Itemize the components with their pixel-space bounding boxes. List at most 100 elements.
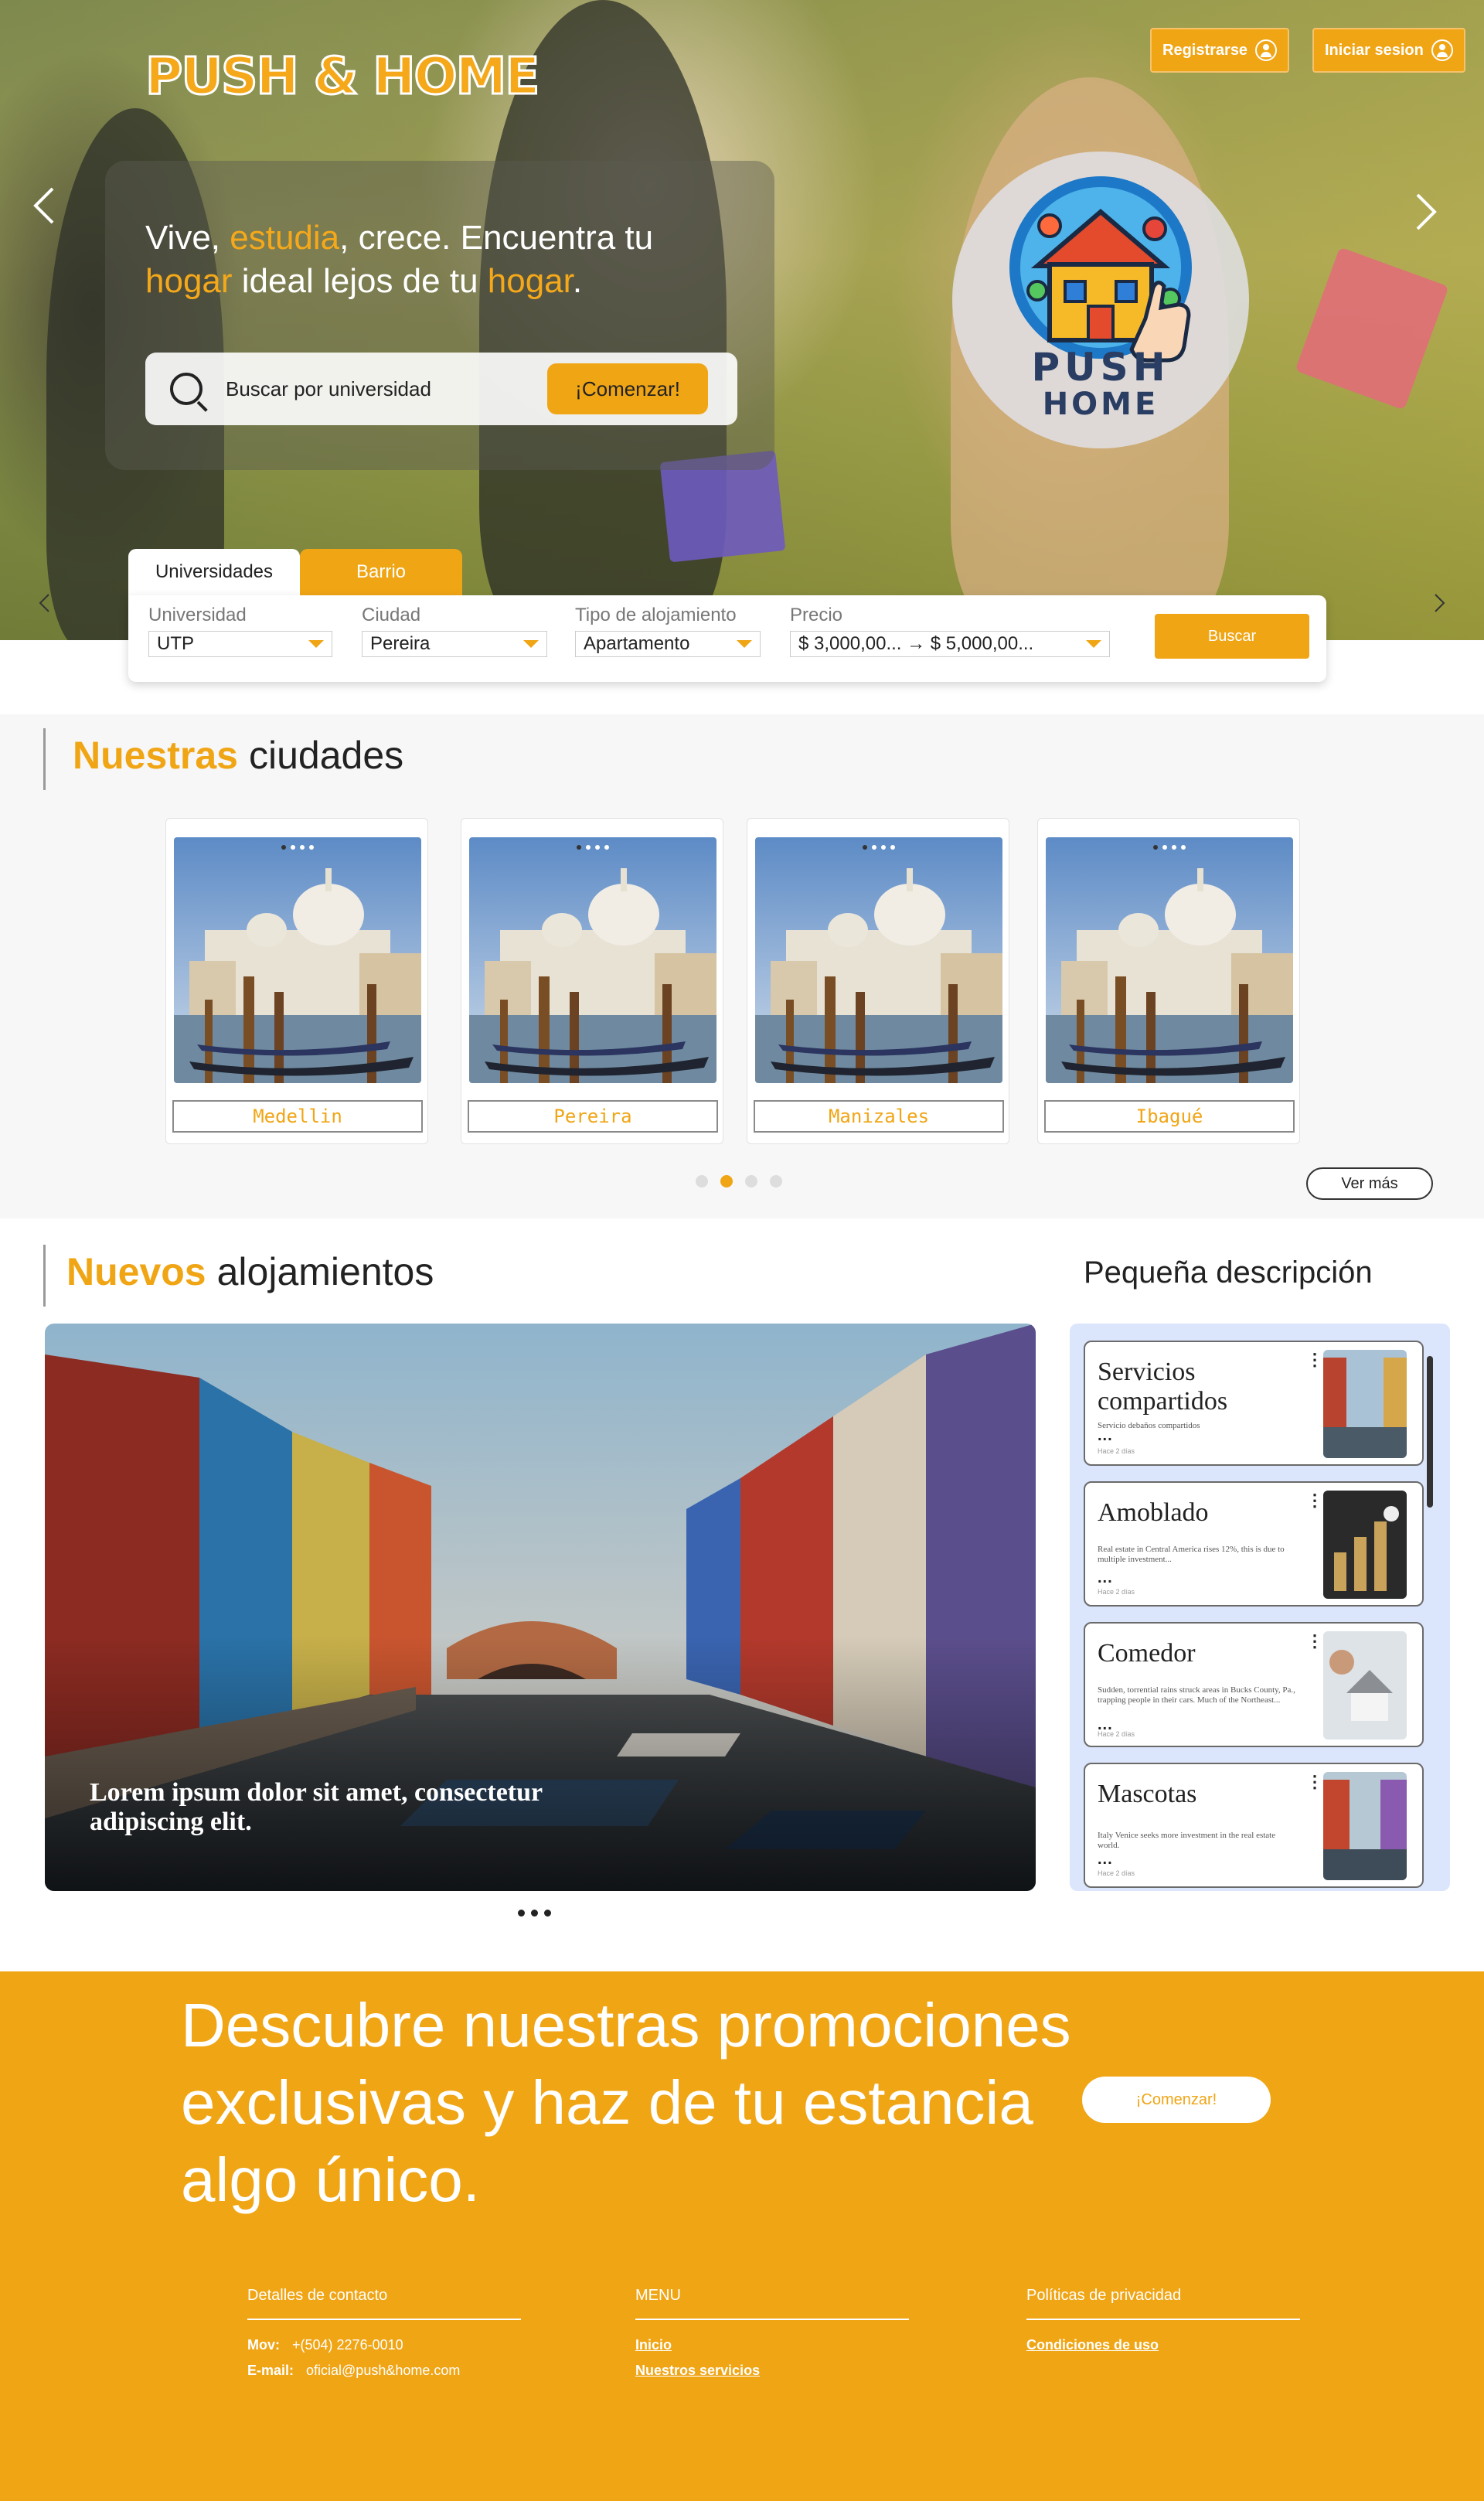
search-button[interactable]: Buscar [1155, 614, 1309, 659]
footer-link-terms[interactable]: Condiciones de uso [1026, 2337, 1300, 2353]
feature-card-time: Hace 2 días [1098, 1869, 1135, 1877]
university-search-bar: ¡Comenzar! [145, 353, 737, 425]
login-button[interactable]: Iniciar sesion [1312, 28, 1465, 73]
cities-pagination [696, 1175, 782, 1187]
feature-card[interactable]: Mascotas Italy Venice seeks more investm… [1084, 1763, 1424, 1888]
user-icon [1255, 39, 1278, 61]
cities-section: Nuestras ciudades Medellin Pereira Maniza… [0, 714, 1484, 1218]
cities-title: Nuestras ciudades [73, 733, 403, 778]
hero-prev-small-arrow[interactable] [37, 592, 53, 617]
phone-value: +(504) 2276-0010 [292, 2337, 403, 2353]
feature-card-title: Comedor [1098, 1639, 1196, 1668]
footer-privacy: Políticas de privacidad Condiciones de u… [1026, 2287, 1300, 2353]
tagline-part: . [572, 262, 583, 300]
page-dot[interactable] [696, 1175, 708, 1187]
city-name: Pereira [468, 1100, 718, 1133]
feature-card-title: Mascotas [1098, 1780, 1197, 1808]
price-range-value: $ 3,000,00... → $ 5,000,00... [798, 633, 1034, 654]
venice-image [469, 837, 716, 1083]
image-carousel-dots [863, 845, 895, 850]
price-filter: Precio $ 3,000,00... → $ 5,000,00... [790, 605, 1110, 657]
tagline-highlight: estudia [230, 219, 340, 257]
venice-image [755, 837, 1002, 1083]
new-listings-title: Nuevos alojamientos [66, 1249, 434, 1294]
city-name: Medellin [172, 1100, 423, 1133]
feature-card-more: ... [1098, 1569, 1113, 1586]
image-carousel-dots [577, 845, 609, 850]
city-select[interactable]: Pereira [362, 631, 547, 657]
filter-tabs: Universidades Barrio [128, 549, 462, 595]
promo-headline: Descubre nuestras promociones exclusivas… [181, 1991, 1071, 2214]
phone-label: Mov: [247, 2337, 280, 2353]
more-options-icon[interactable]: ⋮ [1306, 1631, 1323, 1651]
caret-down-icon [308, 640, 324, 648]
brand-logo[interactable]: PUSH & HOME [144, 46, 540, 107]
university-search-input[interactable] [226, 377, 535, 401]
feature-card[interactable]: Servicios compartidos Servicio debaños c… [1084, 1341, 1424, 1466]
user-icon [1431, 39, 1453, 61]
feature-card-desc: Italy Venice seeks more investment in th… [1098, 1831, 1276, 1850]
university-select[interactable]: UTP [148, 631, 332, 657]
page-dot[interactable] [770, 1175, 782, 1187]
brand-badge: PUSH HOME [952, 152, 1249, 448]
tagline-highlight: hogar [145, 262, 233, 300]
city-select-value: Pereira [370, 633, 431, 654]
university-select-value: UTP [157, 633, 194, 654]
more-options-icon[interactable]: ⋮ [1306, 1350, 1323, 1370]
feature-card[interactable]: Comedor Sudden, torrential rains struck … [1084, 1622, 1424, 1747]
hero-next-small-arrow[interactable] [1431, 592, 1447, 617]
caret-down-icon [737, 640, 752, 648]
featured-carousel-dots[interactable] [518, 1910, 551, 1917]
housing-type-filter: Tipo de alojamiento Apartamento [575, 605, 761, 657]
featured-listing[interactable]: Lorem ipsum dolor sit amet, consectetur … [45, 1324, 1036, 1891]
tagline-part: Vive, [145, 219, 230, 257]
coins-chart-thumbnail [1323, 1491, 1407, 1599]
filter-bar: Universidad UTP Ciudad Pereira Tipo de a… [128, 595, 1326, 682]
price-range-select[interactable]: $ 3,000,00... → $ 5,000,00... [790, 631, 1110, 657]
city-image [469, 837, 716, 1083]
footer-phone: Mov: +(504) 2276-0010 [247, 2337, 521, 2353]
page-dot[interactable] [745, 1175, 757, 1187]
city-card[interactable]: Ibagué [1037, 818, 1300, 1144]
hero-photo-person [1295, 247, 1449, 411]
feature-card-title: Servicios compartidos [1098, 1358, 1228, 1416]
city-card[interactable]: Pereira [461, 818, 723, 1144]
housing-type-select-value: Apartamento [584, 633, 690, 654]
hero-next-arrow[interactable] [1413, 192, 1439, 235]
badge-text-top: PUSH [1031, 345, 1170, 390]
side-panel-title: Pequeña descripción [1084, 1256, 1373, 1290]
footer-contact: Detalles de contacto Mov: +(504) 2276-001… [247, 2287, 521, 2379]
panel-scrollbar[interactable] [1427, 1356, 1433, 1508]
feature-card-image [1323, 1631, 1407, 1739]
more-options-icon[interactable]: ⋮ [1306, 1772, 1323, 1792]
feature-card[interactable]: Amoblado Real estate in Central America … [1084, 1481, 1424, 1607]
caret-down-icon [523, 640, 539, 648]
city-card[interactable]: Medellin [165, 818, 428, 1144]
venice-image [174, 837, 421, 1083]
city-filter: Ciudad Pereira [362, 605, 547, 657]
register-button[interactable]: Registrarse [1150, 28, 1290, 73]
tab-universidades[interactable]: Universidades [128, 549, 300, 595]
featured-listing-caption: Lorem ipsum dolor sit amet, consectetur … [90, 1778, 543, 1836]
housing-type-select[interactable]: Apartamento [575, 631, 761, 657]
email-value: oficial@push&home.com [306, 2363, 461, 2378]
footer-link-servicios[interactable]: Nuestros servicios [635, 2363, 909, 2379]
hero-section: PUSH & HOME Registrarse Iniciar sesion V… [0, 0, 1484, 640]
hero-tagline: Vive, estudia, crece. Encuentra tu hogar… [145, 216, 733, 303]
promo-start-button[interactable]: ¡Comenzar! [1082, 2077, 1271, 2123]
footer-link-inicio[interactable]: Inicio [635, 2337, 909, 2353]
new-listings-section: Nuevos alojamientos Lorem ipsum dolor si… [0, 1218, 1484, 1971]
hero-prev-arrow[interactable] [31, 186, 57, 229]
see-more-button[interactable]: Ver más [1306, 1167, 1433, 1200]
search-icon [170, 373, 203, 405]
feature-card-more: ... [1098, 1716, 1113, 1733]
city-card[interactable]: Manizales [747, 818, 1009, 1144]
tab-barrio[interactable]: Barrio [300, 549, 462, 595]
feature-card-desc: Sudden, torrential rains struck areas in… [1098, 1685, 1295, 1705]
start-search-button[interactable]: ¡Comenzar! [547, 363, 708, 414]
page-dot-active[interactable] [720, 1175, 733, 1187]
feature-card-desc: Real estate in Central America rises 12%… [1098, 1545, 1285, 1564]
chevron-left-icon [33, 187, 54, 224]
caret-down-icon [1086, 640, 1101, 648]
more-options-icon[interactable]: ⋮ [1306, 1491, 1323, 1511]
